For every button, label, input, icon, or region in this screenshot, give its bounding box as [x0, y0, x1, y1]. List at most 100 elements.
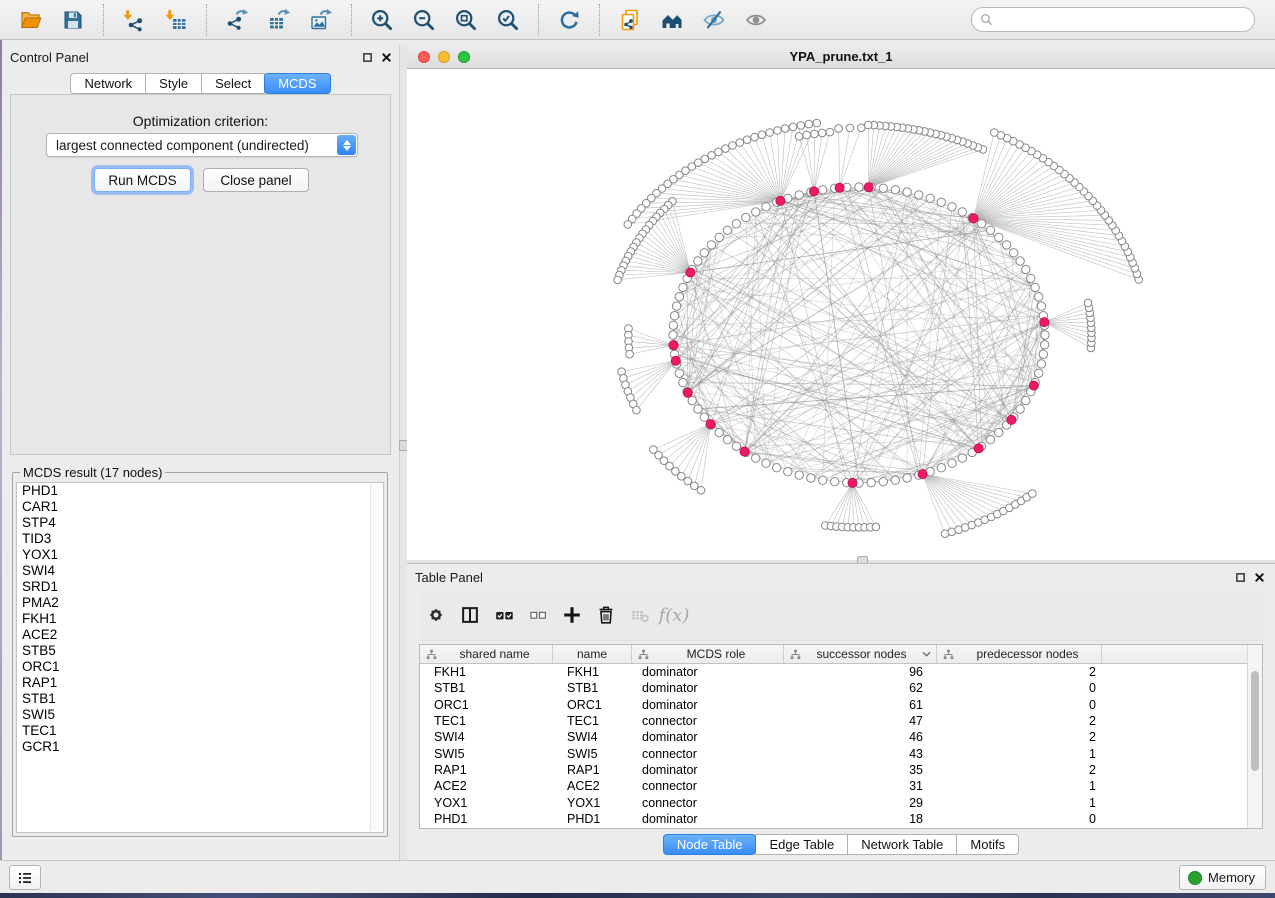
- table-row[interactable]: SWI4SWI4dominator462: [420, 729, 1262, 745]
- tab-mcds[interactable]: MCDS: [264, 73, 330, 94]
- delete-columns-icon[interactable]: [623, 598, 657, 632]
- column-header-MCDS-role[interactable]: MCDS role: [632, 645, 784, 663]
- mcds-result-item[interactable]: SRD1: [17, 579, 383, 595]
- optimization-criterion-select[interactable]: largest connected component (undirected): [46, 133, 358, 157]
- export-table-icon[interactable]: [263, 4, 295, 36]
- function-builder-icon[interactable]: f(x): [657, 598, 691, 632]
- show-hidden-icon[interactable]: [740, 4, 772, 36]
- table-row[interactable]: ORC1ORC1dominator610: [420, 697, 1262, 713]
- tab-select[interactable]: Select: [201, 73, 265, 94]
- mcds-list-scrollbar[interactable]: [370, 484, 382, 831]
- table-scrollbar-thumb[interactable]: [1251, 671, 1259, 771]
- network-canvas[interactable]: [407, 69, 1275, 560]
- memory-button[interactable]: Memory: [1179, 865, 1266, 890]
- first-neighbors-icon[interactable]: [656, 4, 688, 36]
- mcds-result-item[interactable]: ACE2: [17, 627, 383, 643]
- zoom-selected-icon[interactable]: [492, 4, 524, 36]
- mcds-result-item[interactable]: ORC1: [17, 659, 383, 675]
- run-mcds-button[interactable]: Run MCDS: [94, 168, 191, 192]
- network-from-selection-icon[interactable]: [614, 4, 646, 36]
- mcds-result-item[interactable]: CAR1: [17, 499, 383, 515]
- table-row[interactable]: YOX1YOX1connector291: [420, 794, 1262, 810]
- cell-successor-nodes: 31: [784, 779, 937, 793]
- tab-style[interactable]: Style: [145, 73, 202, 94]
- table-row[interactable]: RAP1RAP1dominator352: [420, 762, 1262, 778]
- panel-splitter-vertical[interactable]: [400, 45, 407, 860]
- column-header-predecessor-nodes[interactable]: predecessor nodes: [937, 645, 1102, 663]
- cell-predecessor-nodes: 2: [937, 714, 1102, 728]
- cell-shared-name: YOX1: [420, 796, 553, 810]
- table-scrollbar[interactable]: [1247, 645, 1262, 828]
- cell-name: STB1: [553, 681, 632, 695]
- search-icon: [979, 12, 994, 27]
- task-history-button[interactable]: [9, 865, 41, 890]
- table-row[interactable]: FKH1FKH1dominator962: [420, 664, 1262, 680]
- column-header-name[interactable]: name: [553, 645, 632, 663]
- table-row[interactable]: PHD1PHD1dominator180: [420, 811, 1262, 827]
- settings-icon[interactable]: [419, 598, 453, 632]
- mcds-result-item[interactable]: SWI4: [17, 563, 383, 579]
- export-network-icon[interactable]: [221, 4, 253, 36]
- mcds-result-item[interactable]: PMA2: [17, 595, 383, 611]
- mcds-result-item[interactable]: YOX1: [17, 547, 383, 563]
- attribute-icon: [638, 649, 649, 660]
- refresh-icon[interactable]: [553, 4, 585, 36]
- attribute-icon: [943, 649, 954, 660]
- tab-edge-table[interactable]: Edge Table: [755, 834, 848, 855]
- mcds-result-list[interactable]: PHD1CAR1STP4TID3YOX1SWI4SRD1PMA2FKH1ACE2…: [16, 482, 384, 833]
- network-window-title: YPA_prune.txt_1: [407, 49, 1275, 64]
- cell-predecessor-nodes: 2: [937, 730, 1102, 744]
- tab-network[interactable]: Network: [70, 73, 146, 94]
- select-all-icon[interactable]: [487, 598, 521, 632]
- show-columns-icon[interactable]: [453, 598, 487, 632]
- column-header-shared-name[interactable]: shared name: [420, 645, 553, 663]
- mcds-result-item[interactable]: PHD1: [17, 483, 383, 499]
- open-file-icon[interactable]: [15, 4, 47, 36]
- float-table-panel-button[interactable]: [1233, 570, 1247, 584]
- close-table-panel-button[interactable]: [1252, 570, 1266, 584]
- mcds-result-item[interactable]: GCR1: [17, 739, 383, 755]
- hide-selected-icon[interactable]: [698, 4, 730, 36]
- cell-name: PHD1: [553, 812, 632, 826]
- mcds-result-item[interactable]: STB1: [17, 691, 383, 707]
- tab-motifs[interactable]: Motifs: [956, 834, 1019, 855]
- network-graph[interactable]: [407, 69, 1275, 560]
- column-header-successor-nodes[interactable]: successor nodes: [784, 645, 937, 663]
- deselect-all-icon[interactable]: [521, 598, 555, 632]
- column-label: successor nodes: [801, 647, 922, 661]
- table-panel-tabs: Node TableEdge TableNetwork TableMotifs: [407, 834, 1275, 855]
- table-row[interactable]: SWI5SWI5connector431: [420, 745, 1262, 761]
- mcds-result-item[interactable]: STB5: [17, 643, 383, 659]
- tab-network-table[interactable]: Network Table: [847, 834, 957, 855]
- table-row[interactable]: TEC1TEC1connector472: [420, 713, 1262, 729]
- add-row-icon[interactable]: [555, 598, 589, 632]
- delete-rows-icon[interactable]: [589, 598, 623, 632]
- zoom-out-icon[interactable]: [408, 4, 440, 36]
- import-network-icon[interactable]: [118, 4, 150, 36]
- control-panel-tabs: NetworkStyleSelectMCDS: [2, 73, 399, 94]
- search-input[interactable]: [998, 12, 1247, 28]
- table-toolbar: f(x): [419, 590, 1263, 641]
- mcds-result-item[interactable]: STP4: [17, 515, 383, 531]
- zoom-in-icon[interactable]: [366, 4, 398, 36]
- table-row[interactable]: ACE2ACE2connector311: [420, 778, 1262, 794]
- save-session-icon[interactable]: [57, 4, 89, 36]
- cell-name: YOX1: [553, 796, 632, 810]
- toolbar-separator: [351, 4, 352, 36]
- import-table-icon[interactable]: [160, 4, 192, 36]
- mcds-result-item[interactable]: FKH1: [17, 611, 383, 627]
- table-row[interactable]: STB1STB1dominator620: [420, 680, 1262, 696]
- close-control-panel-button[interactable]: [379, 50, 393, 64]
- network-window-titlebar[interactable]: YPA_prune.txt_1: [407, 45, 1275, 69]
- zoom-fit-icon[interactable]: [450, 4, 482, 36]
- float-control-panel-button[interactable]: [360, 50, 374, 64]
- search-box[interactable]: [971, 7, 1255, 32]
- mcds-result-item[interactable]: TID3: [17, 531, 383, 547]
- mcds-result-item[interactable]: TEC1: [17, 723, 383, 739]
- mcds-result-item[interactable]: SWI5: [17, 707, 383, 723]
- tab-node-table[interactable]: Node Table: [663, 834, 757, 855]
- close-panel-button[interactable]: Close panel: [203, 168, 309, 192]
- toolbar-separator: [103, 4, 104, 36]
- mcds-result-item[interactable]: RAP1: [17, 675, 383, 691]
- export-image-icon[interactable]: [305, 4, 337, 36]
